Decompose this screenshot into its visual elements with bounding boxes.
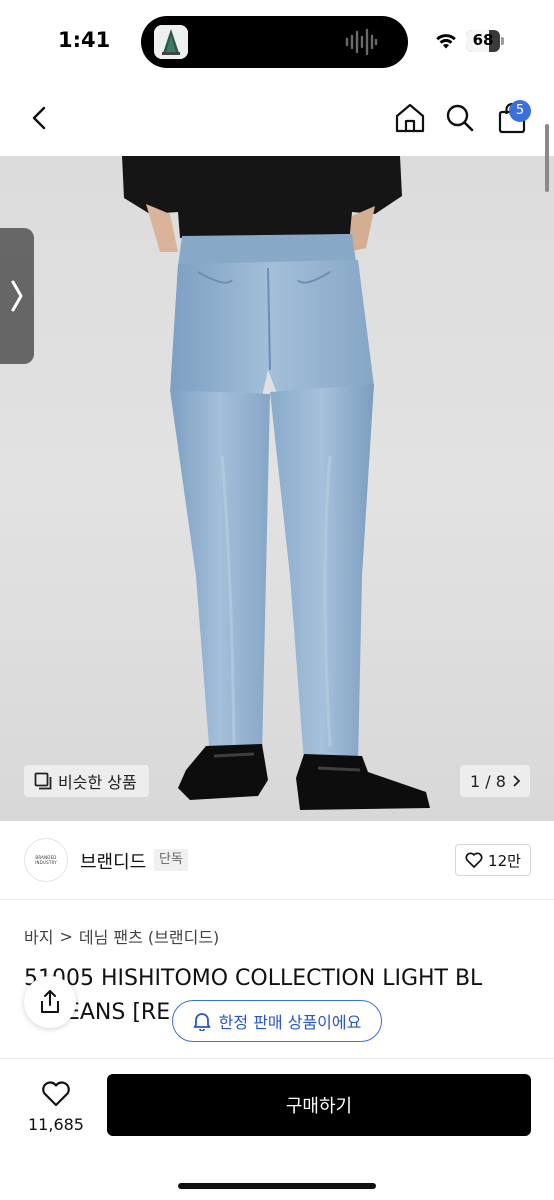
brand-like-count: 12만 <box>488 851 521 870</box>
brand-like-button[interactable]: 12만 <box>455 844 531 876</box>
brand-logo-text: BRANDED INDUSTRY <box>35 855 57 865</box>
brand-logo[interactable]: BRANDED INDUSTRY <box>24 838 68 882</box>
breadcrumb-item-pants[interactable]: 바지 <box>24 924 53 948</box>
chevron-left-icon <box>32 106 46 130</box>
share-button[interactable] <box>24 976 76 1028</box>
similar-products-label: 비슷한 상품 <box>58 773 137 792</box>
bottom-purchase-bar: 11,685 구매하기 <box>0 1058 554 1200</box>
chevron-right-icon <box>11 280 23 312</box>
battery-level: 68 <box>472 31 494 49</box>
product-photo <box>122 156 430 810</box>
search-button[interactable] <box>442 100 478 136</box>
brand-row[interactable]: BRANDED INDUSTRY 브랜디드 단독 12만 <box>0 822 554 900</box>
brand-name[interactable]: 브랜디드 <box>80 848 146 874</box>
breadcrumb-item-denim[interactable]: 데님 팬츠 (브랜디드) <box>79 924 219 948</box>
side-drawer-tab[interactable] <box>0 228 34 364</box>
wifi-icon <box>436 34 456 49</box>
bell-icon <box>193 1013 211 1031</box>
limited-sale-toast[interactable]: 한정 판매 상품이에요 <box>172 1000 382 1042</box>
now-playing-art-icon <box>154 25 188 59</box>
exclusive-tag: 단독 <box>154 849 188 871</box>
image-counter[interactable]: 1 / 8 <box>460 765 530 797</box>
buy-button[interactable]: 구매하기 <box>107 1074 531 1136</box>
share-icon <box>41 990 59 1013</box>
heart-icon <box>42 1080 70 1106</box>
similar-items-icon <box>34 772 52 790</box>
wishlist-button[interactable]: 11,685 <box>24 1075 88 1139</box>
cart-badge: 5 <box>509 100 531 122</box>
home-button[interactable] <box>392 100 428 136</box>
heart-icon <box>465 852 483 868</box>
image-counter-text: 1 / 8 <box>470 771 506 791</box>
home-indicator[interactable] <box>178 1183 376 1189</box>
similar-products-button[interactable]: 비슷한 상품 <box>24 765 149 797</box>
rating-row-peek <box>24 1050 184 1058</box>
top-nav-bar <box>0 82 554 156</box>
audio-wave-icon <box>345 28 378 56</box>
breadcrumb-separator: > <box>59 926 73 946</box>
category-breadcrumb: 바지 > 데님 팬츠 (브랜디드) <box>24 924 219 948</box>
search-icon <box>446 104 474 132</box>
scroll-indicator[interactable] <box>545 124 549 192</box>
home-icon <box>395 103 425 133</box>
status-time: 1:41 <box>58 28 111 52</box>
product-image-gallery[interactable] <box>0 156 554 821</box>
dynamic-island[interactable] <box>141 16 408 68</box>
chevron-right-small-icon <box>513 775 520 787</box>
battery-icon: 68 <box>466 30 504 52</box>
limited-sale-label: 한정 판매 상품이에요 <box>218 1013 362 1032</box>
status-bar: 1:41 68 <box>0 0 554 82</box>
wishlist-count: 11,685 <box>28 1114 84 1134</box>
back-button[interactable] <box>22 100 58 136</box>
